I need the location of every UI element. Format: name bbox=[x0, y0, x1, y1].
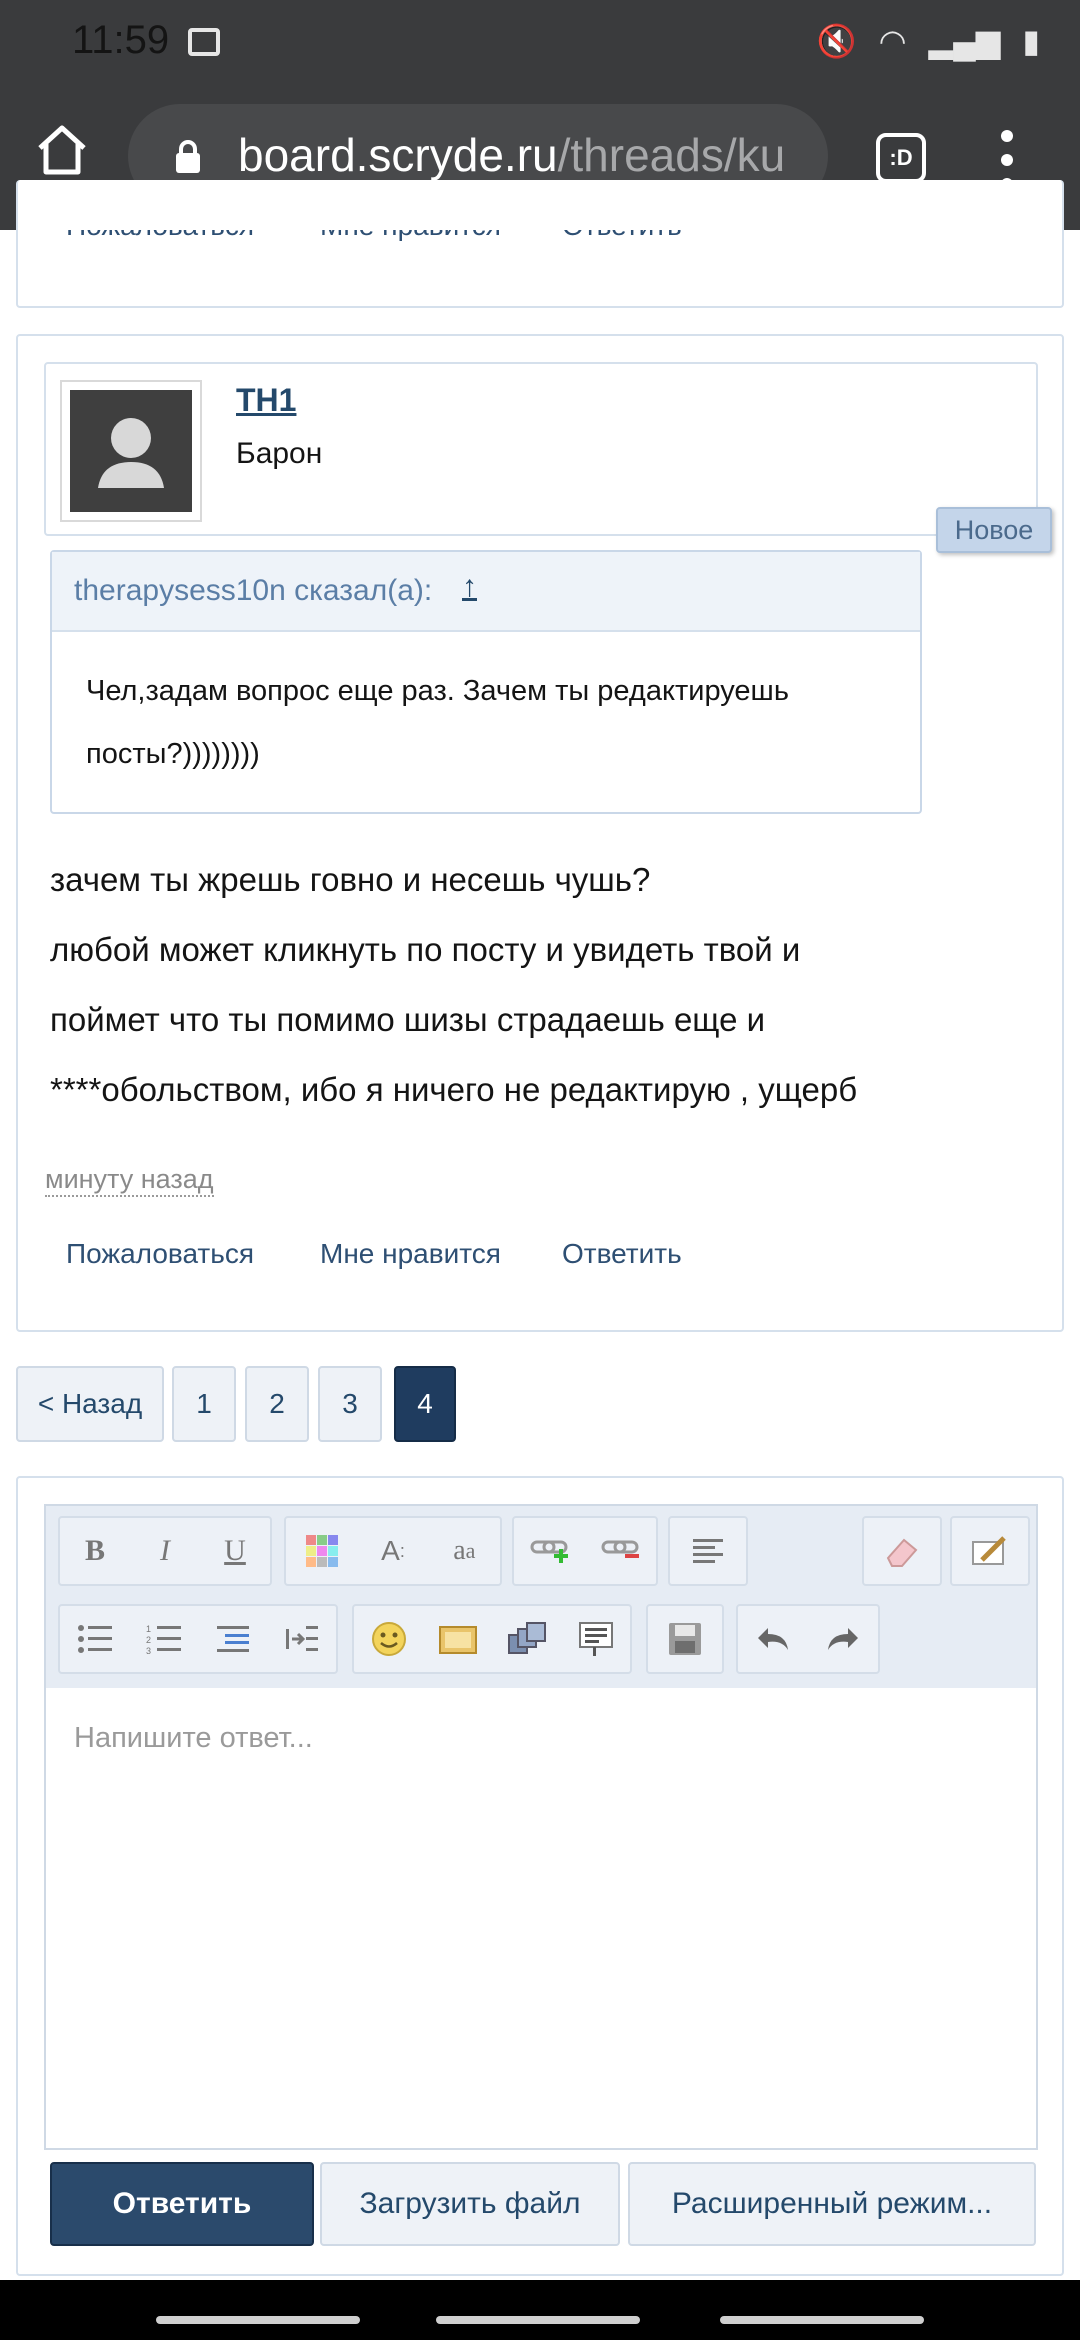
report-link[interactable]: Пожаловаться bbox=[66, 1238, 254, 1270]
bullet-list-icon[interactable] bbox=[73, 1617, 117, 1661]
post-line: поймет что ты помимо шизы страдаешь еще … bbox=[50, 1001, 766, 1038]
post-timestamp[interactable]: минуту назад bbox=[45, 1164, 214, 1197]
avatar[interactable] bbox=[60, 380, 202, 522]
svg-text:2: 2 bbox=[146, 1635, 151, 1645]
font-family-icon[interactable]: aa bbox=[442, 1529, 486, 1573]
post-line: любой может кликнуть по посту и увидеть … bbox=[50, 931, 801, 968]
page-2[interactable]: 2 bbox=[245, 1366, 309, 1442]
save-draft-icon[interactable] bbox=[663, 1617, 707, 1661]
reply-link[interactable]: Ответить bbox=[562, 1238, 682, 1270]
default-avatar-icon bbox=[98, 418, 164, 488]
post-message: зачем ты жрешь говно и несешь чушь? любо… bbox=[50, 845, 1040, 1125]
underline-icon[interactable]: U bbox=[213, 1529, 257, 1573]
like-link[interactable]: Мне нравится bbox=[320, 230, 501, 242]
italic-icon[interactable]: I bbox=[143, 1529, 187, 1573]
indent-icon[interactable] bbox=[280, 1617, 324, 1661]
image-icon[interactable] bbox=[436, 1617, 480, 1661]
font-size-icon[interactable]: A: bbox=[371, 1529, 415, 1573]
format-group: B I U bbox=[58, 1516, 272, 1586]
system-nav-bar bbox=[0, 2280, 1080, 2340]
align-group bbox=[668, 1516, 748, 1586]
post-line: ****обольством, ибо я ничего не редактир… bbox=[50, 1071, 858, 1108]
align-icon[interactable] bbox=[686, 1529, 730, 1573]
outdent-icon[interactable] bbox=[211, 1617, 255, 1661]
reply-textarea[interactable]: Напишите ответ... bbox=[44, 1688, 1038, 2150]
draft-group bbox=[646, 1604, 724, 1674]
media-icon[interactable] bbox=[505, 1617, 549, 1661]
status-icons: 🔇 ◠ ▂▄▆ ▮ bbox=[817, 22, 1040, 60]
svg-text:1: 1 bbox=[146, 1624, 151, 1634]
lock-icon bbox=[176, 140, 200, 173]
quote-author: therapysess10n сказал(а): bbox=[74, 574, 433, 607]
unlink-icon[interactable] bbox=[599, 1529, 643, 1573]
list-group: 123 bbox=[58, 1604, 338, 1674]
report-link[interactable]: Пожаловаться bbox=[66, 230, 254, 242]
signal-icon: ▂▄▆ bbox=[928, 23, 1001, 59]
link-group bbox=[512, 1516, 658, 1586]
user-title: Барон bbox=[236, 437, 323, 470]
source-group bbox=[950, 1516, 1030, 1586]
color-icon[interactable] bbox=[300, 1529, 344, 1573]
advanced-mode-button[interactable]: Расширенный режим... bbox=[628, 2162, 1036, 2246]
nav-back-handle[interactable] bbox=[720, 2316, 924, 2324]
page-3[interactable]: 3 bbox=[318, 1366, 382, 1442]
svg-text:3: 3 bbox=[146, 1646, 151, 1655]
undo-icon[interactable] bbox=[751, 1617, 795, 1661]
smilie-icon[interactable] bbox=[367, 1617, 411, 1661]
previous-post-actions: Пожаловаться Мне нравится Ответить bbox=[0, 230, 1080, 254]
username-link[interactable]: TH1 bbox=[236, 382, 296, 419]
eraser-icon[interactable] bbox=[880, 1529, 924, 1573]
quote-line: посты?)))))))) bbox=[86, 738, 260, 770]
link-icon[interactable] bbox=[528, 1529, 572, 1573]
submit-reply-button[interactable]: Ответить bbox=[50, 2162, 314, 2246]
quote-line: Чел,задам вопрос еще раз. Зачем ты редак… bbox=[86, 675, 789, 707]
home-icon[interactable] bbox=[34, 122, 90, 178]
bold-icon[interactable]: B bbox=[73, 1529, 117, 1573]
wifi-icon: ◠ bbox=[878, 23, 907, 59]
page-4-current[interactable]: 4 bbox=[394, 1366, 456, 1442]
tab-switcher-button[interactable]: :D bbox=[876, 133, 926, 183]
quote-header: therapysess10n сказал(а): ↑ bbox=[52, 552, 920, 632]
pagination-prev[interactable]: < Назад bbox=[16, 1366, 164, 1442]
nav-home-handle[interactable] bbox=[436, 2316, 640, 2324]
post-line: зачем ты жрешь говно и несешь чушь? bbox=[50, 861, 651, 898]
quote-icon[interactable] bbox=[574, 1617, 618, 1661]
quote-jump-icon[interactable]: ↑ bbox=[462, 570, 477, 604]
history-group bbox=[736, 1604, 880, 1674]
source-icon[interactable] bbox=[968, 1529, 1012, 1573]
battery-icon: ▮ bbox=[1022, 23, 1040, 59]
gallery-notification-icon bbox=[188, 28, 220, 56]
new-badge: Новое bbox=[936, 507, 1052, 553]
mute-icon: 🔇 bbox=[816, 23, 857, 59]
eraser-group bbox=[862, 1516, 942, 1586]
page-1[interactable]: 1 bbox=[172, 1366, 236, 1442]
status-time: 11:59 bbox=[72, 18, 170, 62]
url-text[interactable]: board.scryde.ru/threads/ku bbox=[238, 128, 810, 182]
redo-icon[interactable] bbox=[821, 1617, 865, 1661]
like-link[interactable]: Мне нравится bbox=[320, 1238, 501, 1270]
nav-recents-handle[interactable] bbox=[156, 2316, 360, 2324]
insert-group bbox=[352, 1604, 632, 1674]
reply-link[interactable]: Ответить bbox=[562, 230, 682, 242]
numbered-list-icon[interactable]: 123 bbox=[142, 1617, 186, 1661]
upload-file-button[interactable]: Загрузить файл bbox=[320, 2162, 620, 2246]
font-group: A: aa bbox=[284, 1516, 502, 1586]
quote-text: Чел,задам вопрос еще раз. Зачем ты редак… bbox=[86, 660, 886, 786]
reply-placeholder: Напишите ответ... bbox=[74, 1722, 313, 1754]
